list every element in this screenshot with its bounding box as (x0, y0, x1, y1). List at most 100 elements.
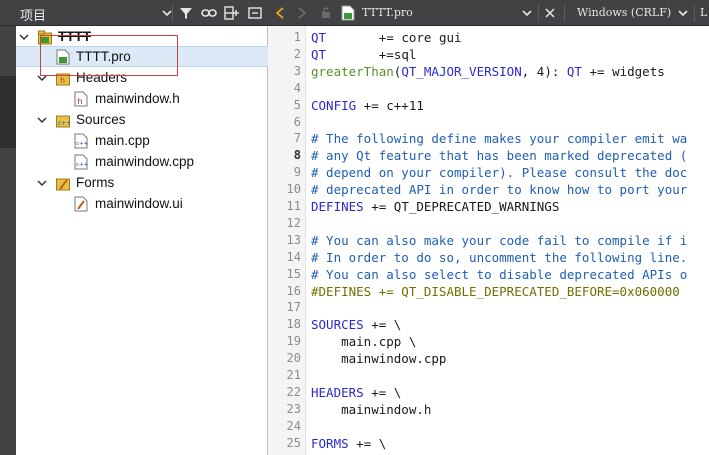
code-line[interactable]: # The following define makes your compil… (311, 131, 687, 146)
line-number: 25 (286, 435, 301, 450)
code-token: += widgets (581, 63, 665, 79)
code-line[interactable]: # any Qt feature that has been marked de… (311, 148, 687, 163)
line-number: 1 (293, 30, 301, 44)
tree-item-header-file[interactable]: h mainwindow.h (16, 88, 268, 109)
close-icon[interactable] (542, 4, 558, 22)
code-token: HEADERS (311, 384, 364, 400)
code-token: QT_MAJOR_VERSION (401, 63, 522, 79)
close-panel-icon[interactable] (246, 4, 264, 22)
code-line[interactable]: QT +=sql (311, 47, 416, 62)
code-token: += QT_DEPRECATED_WARNINGS (363, 199, 560, 214)
code-line[interactable]: # You can also make your code fail to co… (311, 233, 687, 248)
line-number: 15 (286, 266, 301, 281)
tree-item-forms[interactable]: Forms (16, 172, 268, 193)
code-token: mainwindow.h (311, 401, 432, 417)
open-file-name[interactable]: TTTT.pro (362, 6, 413, 19)
line-number: 9 (293, 165, 301, 180)
chevron-down-icon[interactable] (520, 4, 534, 22)
tree-item-label: mainwindow.ui (95, 196, 183, 211)
link-icon[interactable] (200, 4, 218, 22)
code-line[interactable]: HEADERS += \ (311, 385, 401, 400)
code-line[interactable]: FORMS += \ (311, 436, 386, 451)
split-add-icon[interactable] (223, 4, 241, 22)
code-editor[interactable]: 1 2 3 4 5 6 7 8 9 10 11 12 13 14 15 16 17 18 19 20 21 22 23 24 2… (268, 26, 709, 455)
header-file-icon: h (74, 91, 88, 107)
cursor-position-label[interactable]: L (700, 6, 707, 19)
cpp-file-icon: c++ (74, 133, 89, 149)
line-number: 18 (286, 317, 301, 332)
code-line[interactable]: greaterThan(QT_MAJOR_VERSION, 4): QT += … (311, 64, 665, 79)
line-number: 21 (286, 368, 301, 382)
code-token: # depend on your compiler). Please consu… (311, 165, 688, 181)
code-line[interactable]: main.cpp \ (311, 334, 416, 349)
project-toolbar: 项目 (0, 0, 268, 26)
code-line[interactable]: mainwindow.cpp (311, 351, 446, 366)
line-number: 19 (286, 334, 301, 349)
chevron-down-icon[interactable] (676, 4, 690, 22)
tree-item-source-file[interactable]: c++ main.cpp (16, 130, 268, 151)
code-line[interactable]: # In order to do so, uncomment the follo… (311, 250, 687, 265)
code-token: # In order to do so, uncomment the follo… (311, 249, 688, 265)
code-line[interactable]: # You can also select to disable depreca… (311, 267, 687, 282)
annotation-highlight-box (40, 35, 178, 76)
svg-text:h: h (78, 97, 83, 106)
code-token: # You can also make your code fail to co… (311, 232, 688, 248)
editor-toolbar: TTTT.pro Windows (CRLF) L (268, 0, 709, 26)
line-ending-selector[interactable]: Windows (CRLF) (577, 6, 671, 19)
tree-item-sources[interactable]: c++ Sources (16, 109, 268, 130)
line-number: 11 (286, 199, 301, 213)
code-token: += c++11 (356, 97, 424, 113)
code-token: greaterThan (311, 63, 394, 79)
line-number: 2 (293, 46, 301, 61)
chevron-down-icon[interactable] (36, 114, 48, 126)
svg-text:c++: c++ (58, 120, 70, 127)
mode-sidebar (0, 26, 16, 455)
chevron-down-icon[interactable] (18, 31, 30, 43)
code-line[interactable]: QT += core gui (311, 30, 462, 45)
line-number: 23 (286, 401, 301, 416)
svg-text:c++: c++ (76, 162, 88, 168)
line-number: 10 (286, 182, 301, 197)
code-token: FORMS (311, 435, 349, 451)
code-line[interactable]: # deprecated API in order to know how to… (311, 182, 687, 197)
lock-icon[interactable] (318, 4, 334, 22)
chevron-down-icon[interactable] (158, 4, 176, 22)
code-line[interactable]: CONFIG += c++11 (311, 98, 424, 113)
forward-arrow-icon[interactable] (294, 4, 310, 22)
code-line[interactable]: SOURCES += \ (311, 317, 401, 332)
cpp-file-icon: c++ (74, 154, 89, 170)
line-number: 17 (286, 300, 301, 315)
line-number: 8 (293, 148, 301, 163)
line-number: 13 (286, 232, 301, 247)
code-token: main.cpp \ (311, 334, 417, 350)
line-number: 22 (286, 384, 301, 399)
code-line[interactable]: # depend on your compiler). Please consu… (311, 165, 687, 180)
ui-file-icon (74, 196, 88, 212)
back-arrow-icon[interactable] (272, 4, 288, 22)
line-number: 20 (286, 351, 301, 366)
line-number: 4 (293, 80, 301, 95)
code-token: # You can also select to disable depreca… (311, 266, 688, 282)
code-token: DEFINES (311, 199, 364, 214)
tree-item-ui-file[interactable]: mainwindow.ui (16, 193, 268, 214)
code-token: CONFIG (311, 97, 357, 113)
project-pane-title: 项目 (20, 9, 47, 24)
chevron-down-icon[interactable] (36, 177, 48, 189)
code-token: +=sql (326, 46, 417, 62)
forms-folder-icon (56, 175, 70, 191)
code-token: , 4): (521, 63, 567, 79)
code-token: += \ (363, 317, 402, 333)
pro-file-icon (340, 4, 356, 22)
code-token: # The following define makes your compil… (311, 131, 688, 147)
code-line[interactable]: mainwindow.h (311, 402, 431, 417)
line-number-gutter: 1 2 3 4 5 6 7 8 9 10 11 12 13 14 15 16 17 18 19 20 21 22 23 24 2… (268, 26, 306, 455)
tree-item-source-file[interactable]: c++ mainwindow.cpp (16, 151, 268, 172)
svg-text:c++: c++ (76, 141, 88, 147)
line-number: 3 (293, 63, 301, 78)
line-number: 6 (293, 114, 301, 129)
filter-icon[interactable] (177, 4, 195, 22)
code-line[interactable]: DEFINES += QT_DEPRECATED_WARNINGS (311, 199, 559, 214)
code-token: += \ (363, 384, 402, 400)
code-line[interactable]: #DEFINES += QT_DISABLE_DEPRECATED_BEFORE… (311, 284, 680, 299)
svg-text:h: h (60, 76, 65, 85)
